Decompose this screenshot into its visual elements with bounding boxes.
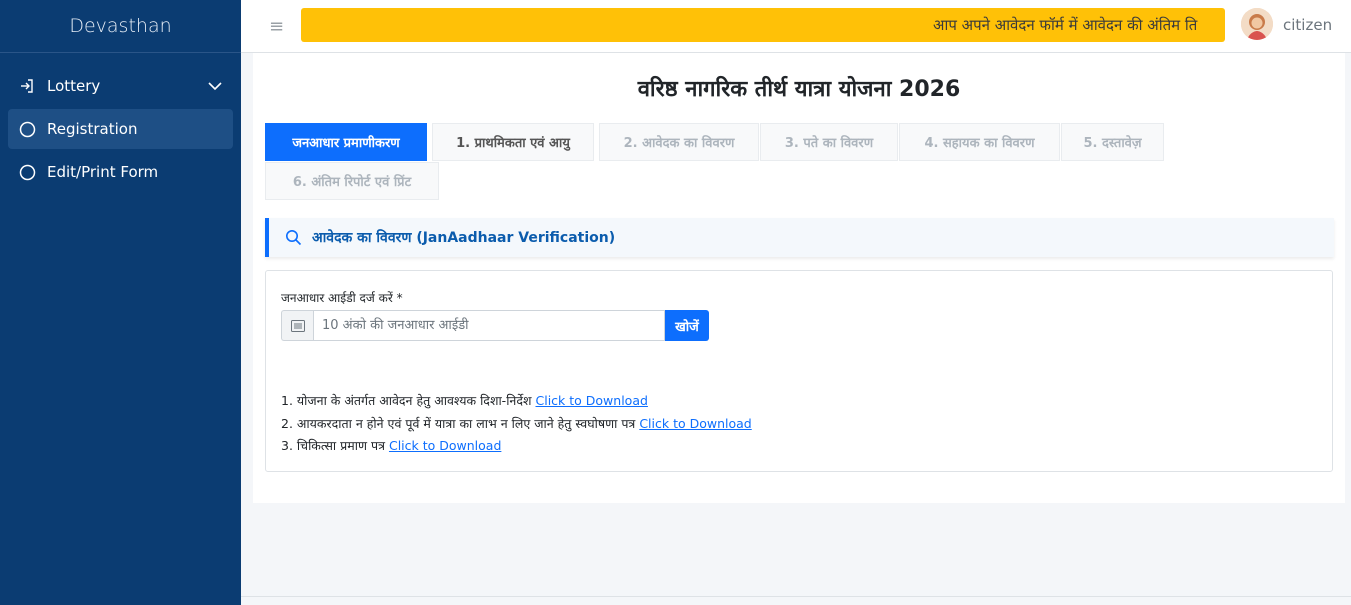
sidebar-item-label: Registration: [47, 120, 138, 138]
footer-divider: [241, 596, 1351, 597]
avatar[interactable]: [1241, 8, 1273, 40]
sidebar-item-label: Edit/Print Form: [47, 163, 159, 181]
janaadhaar-id-input[interactable]: [313, 310, 665, 341]
marquee-text: आप अपने आवेदन फॉर्म में आवेदन की अंतिम त…: [933, 16, 1198, 34]
janaadhaar-input-group: खोजें: [281, 310, 709, 341]
search-icon: [285, 229, 302, 246]
sidebar-item-edit-print-form[interactable]: Edit/Print Form: [8, 152, 233, 192]
download-link[interactable]: Click to Download: [639, 416, 751, 431]
list-item: 1. योजना के अंतर्गत आवेदन हेतु आवश्यक दि…: [281, 390, 752, 413]
section-title: आवेदक का विवरण (JanAadhaar Verification): [312, 230, 616, 246]
download-link[interactable]: Click to Download: [389, 438, 501, 453]
id-card-icon: [281, 310, 313, 341]
brand-title[interactable]: Devasthan: [0, 0, 241, 53]
sidebar-nav: Lottery Registration Edit/Print Form: [0, 53, 241, 192]
sidebar-item-registration[interactable]: Registration: [8, 109, 233, 149]
verification-card: जनआधार आईडी दर्ज करें * खोजें 1. योजना क…: [265, 270, 1333, 472]
document-text: 3. चिकित्सा प्रमाण पत्र: [281, 438, 385, 453]
document-text: 1. योजना के अंतर्गत आवेदन हेतु आवश्यक दि…: [281, 393, 532, 408]
topbar: ≡ आप अपने आवेदन फॉर्म में आवेदन की अंतिम…: [241, 0, 1351, 53]
tab-assistant-details[interactable]: 4. सहायक का विवरण: [899, 123, 1060, 161]
janaadhaar-field-label: जनआधार आईडी दर्ज करें *: [281, 291, 403, 305]
tab-documents[interactable]: 5. दस्तावेज़: [1061, 123, 1164, 161]
document-text: 2. आयकरदाता न होने एवं पूर्व में यात्रा …: [281, 415, 636, 431]
document-list: 1. योजना के अंतर्गत आवेदन हेतु आवश्यक दि…: [281, 390, 752, 458]
page-title: वरिष्ठ नागरिक तीर्थ यात्रा योजना 2026: [637, 77, 961, 102]
section-header: आवेदक का विवरण (JanAadhaar Verification): [265, 218, 1334, 257]
hamburger-menu-icon[interactable]: ≡: [269, 16, 284, 37]
sidebar: Devasthan Lottery Registration Edit/Prin…: [0, 0, 241, 605]
sidebar-item-lottery[interactable]: Lottery: [8, 66, 233, 106]
tab-address-details[interactable]: 3. पते का विवरण: [760, 123, 898, 161]
search-button[interactable]: खोजें: [665, 310, 709, 341]
user-name[interactable]: citizen: [1283, 16, 1332, 34]
tab-applicant-details[interactable]: 2. आवेदक का विवरण: [599, 123, 759, 161]
list-item: 2. आयकरदाता न होने एवं पूर्व में यात्रा …: [281, 413, 752, 436]
main-content: वरिष्ठ नागरिक तीर्थ यात्रा योजना 2026 जन…: [253, 53, 1345, 503]
login-arrow-icon: [18, 77, 36, 95]
announcement-marquee: आप अपने आवेदन फॉर्म में आवेदन की अंतिम त…: [301, 8, 1225, 42]
sidebar-item-label: Lottery: [47, 77, 101, 95]
tab-janaadhaar-verification[interactable]: जनआधार प्रमाणीकरण: [265, 123, 427, 161]
circle-icon: [18, 120, 36, 138]
list-item: 3. चिकित्सा प्रमाण पत्र Click to Downloa…: [281, 435, 752, 458]
tab-priority-age[interactable]: 1. प्राथमिकता एवं आयु: [432, 123, 594, 161]
circle-icon: [18, 163, 36, 181]
tab-final-report-print[interactable]: 6. अंतिम रिपोर्ट एवं प्रिंट: [265, 162, 439, 200]
chevron-down-icon[interactable]: [207, 78, 223, 94]
download-link[interactable]: Click to Download: [536, 393, 648, 408]
